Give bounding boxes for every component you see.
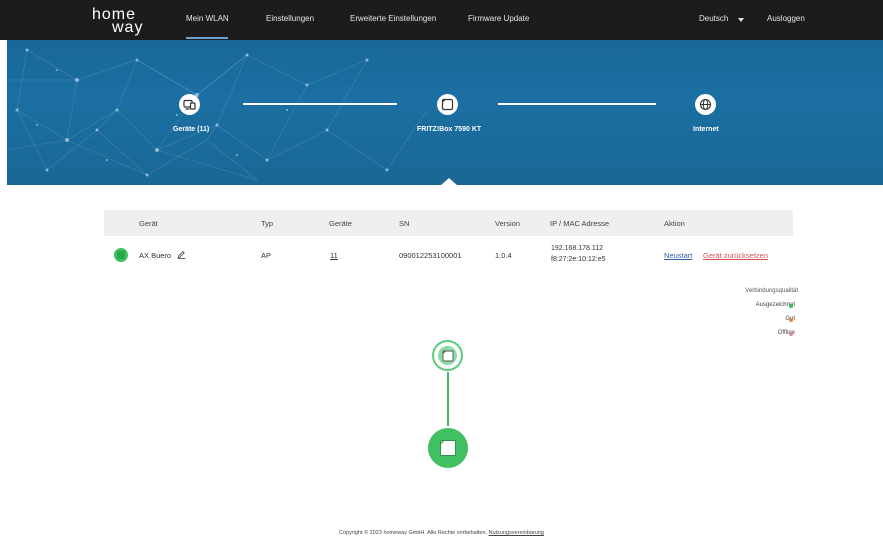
language-select[interactable]: Deutsch [699,14,728,24]
column-header-ip-mac: IP / MAC Adresse [550,219,610,228]
devices-icon [183,99,196,110]
device-type: AP [261,251,272,260]
nav-active-indicator [186,37,228,39]
column-header-version: Version [495,219,521,228]
column-header-device: Gerät [139,219,158,228]
access-point-icon [442,350,454,362]
column-header-devices: Geräte [329,219,352,228]
chevron-down-icon[interactable] [738,18,744,22]
connection-line-devices-router [243,103,397,105]
router-node-label: FRITZ!Box 7590 KT [417,126,482,133]
homeway-logo[interactable]: home way [88,7,158,36]
nav-mein-wlan[interactable]: Mein WLAN [186,14,229,24]
nav-firmware-update[interactable]: Firmware Update [468,14,529,24]
footer: Copyright © 2023 homeway GmbH. Alle Rech… [0,530,883,536]
nav-erweiterte-einstellungen[interactable]: Erweiterte Einstellungen [350,14,436,24]
restart-button[interactable]: Neustart [664,251,692,260]
access-point-topology-node[interactable] [432,340,463,371]
router-node[interactable] [437,94,458,115]
banner-pointer [441,178,457,185]
legend-dot-good [789,318,793,322]
internet-node[interactable] [695,94,716,115]
logo-text-way: way [112,19,144,36]
terms-of-use-link[interactable]: Nutzungsvereinbarung [489,530,544,536]
copyright-text: Copyright © 2023 homeway GmbH. Alle Rech… [339,530,488,536]
connection-line-router-internet [498,103,656,105]
connected-devices-link[interactable]: 11 [330,251,338,260]
serial-number: 090012253100001 [399,251,462,260]
internet-node-label: Internet [693,126,719,133]
globe-icon [699,98,712,111]
legend-title: Verbindungsqualität [745,288,798,294]
legend-dot-offline [789,332,793,336]
status-indicator [114,248,128,262]
router-topology-node[interactable] [428,428,468,468]
mac-address: f8:27:2e:10:12:e5 [551,256,606,263]
top-navigation: home way Mein WLAN Einstellungen Erweite… [0,0,883,40]
legend-dot-excellent [789,304,793,308]
devices-node-label: Geräte (11) [173,126,210,133]
reset-device-button[interactable]: Gerät zurücksetzen [703,251,768,260]
topology-connection-line [447,372,449,426]
logout-link[interactable]: Ausloggen [767,14,805,24]
devices-node[interactable] [179,94,200,115]
firmware-version: 1.0.4 [495,251,512,260]
device-name: AX Buero [139,251,172,260]
column-header-type: Typ [261,219,274,228]
edit-icon[interactable] [177,249,186,259]
router-icon [441,98,454,111]
device-table-header [104,210,793,236]
main-router-icon [440,440,456,456]
column-header-sn: SN [399,219,410,228]
nav-einstellungen[interactable]: Einstellungen [266,14,314,24]
ip-address: 192.168.178.112 [551,245,604,252]
column-header-action: Aktion [664,219,685,228]
